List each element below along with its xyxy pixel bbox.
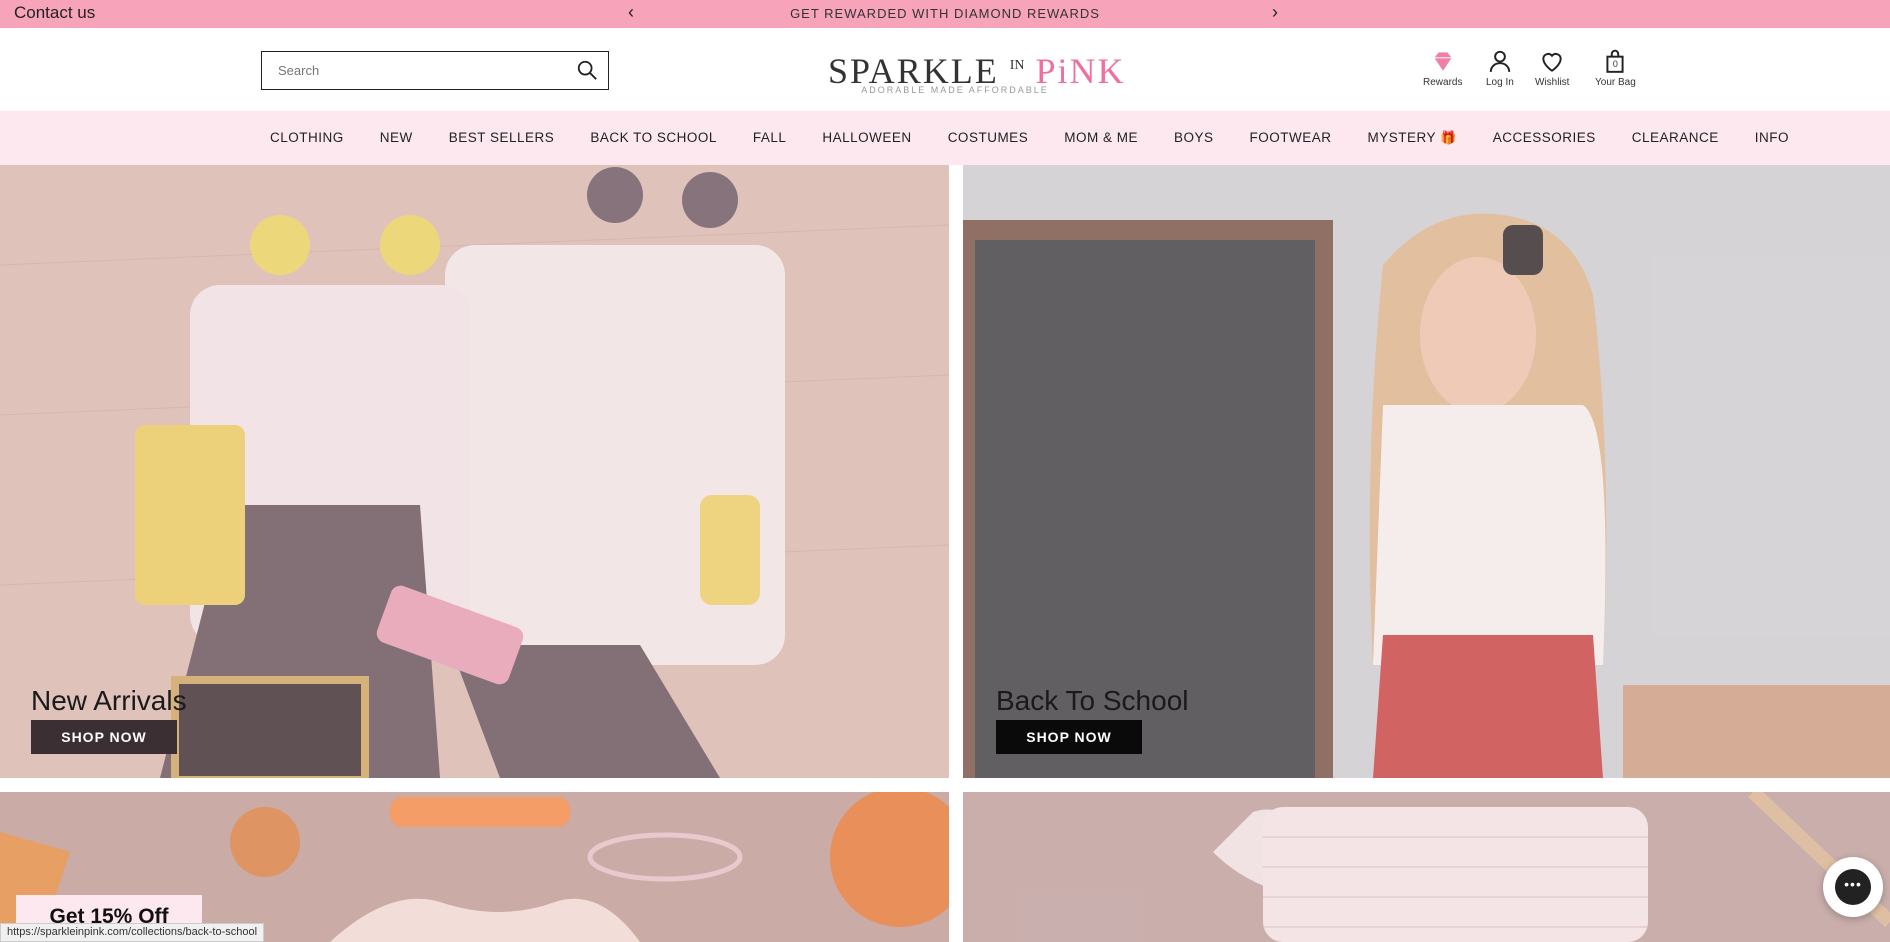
- nav-item-accessories[interactable]: ACCESSORIES: [1493, 130, 1596, 146]
- nav-item-fall[interactable]: FALL: [753, 130, 787, 146]
- main-nav: CLOTHING NEW BEST SELLERS BACK TO SCHOOL…: [0, 111, 1890, 165]
- back-to-school-shop-button[interactable]: SHOP NOW: [996, 720, 1142, 754]
- chat-widget-button[interactable]: •••: [1823, 857, 1883, 917]
- login-label: Log In: [1486, 77, 1514, 88]
- logo-wordmark: SPARKLE IN PiNK: [828, 51, 1126, 91]
- rewards-link[interactable]: Rewards: [1423, 48, 1462, 88]
- alphabet-outfit-banner[interactable]: [963, 792, 1890, 942]
- site-logo[interactable]: SPARKLE IN PiNK ADORABLE MADE AFFORDABLE: [828, 48, 1126, 95]
- wishlist-link[interactable]: Wishlist: [1535, 48, 1569, 88]
- nav-item-costumes[interactable]: COSTUMES: [948, 130, 1029, 146]
- nav-item-mystery[interactable]: MYSTERY 🎁: [1367, 130, 1456, 146]
- nav-item-footwear[interactable]: FOOTWEAR: [1249, 130, 1331, 146]
- rewards-label: Rewards: [1423, 77, 1463, 88]
- new-arrivals-banner[interactable]: New Arrivals SHOP NOW: [0, 165, 949, 778]
- nav-item-clothing[interactable]: CLOTHING: [270, 130, 344, 146]
- site-header: SPARKLE IN PiNK ADORABLE MADE AFFORDABLE…: [0, 28, 1890, 111]
- promo-message[interactable]: GET REWARDED WITH DIAMOND REWARDS: [0, 6, 1890, 21]
- new-arrivals-shop-button[interactable]: SHOP NOW: [31, 720, 177, 754]
- nav-item-boys[interactable]: BOYS: [1174, 130, 1214, 146]
- heart-icon: [1542, 53, 1562, 72]
- search-input[interactable]: [262, 52, 562, 88]
- browser-status-url: https://sparkleinpink.com/collections/ba…: [0, 923, 265, 942]
- nav-item-info[interactable]: INFO: [1755, 130, 1789, 146]
- user-icon: [1489, 50, 1511, 72]
- announcement-bar: Contact us ‹ GET REWARDED WITH DIAMOND R…: [0, 0, 1890, 28]
- logo-tagline: ADORABLE MADE AFFORDABLE: [861, 85, 1049, 95]
- nav-item-halloween[interactable]: HALLOWEEN: [822, 130, 911, 146]
- back-to-school-title: Back To School: [996, 685, 1189, 716]
- nav-item-mystery-label: MYSTERY: [1367, 130, 1436, 145]
- back-to-school-banner[interactable]: Back To School SHOP NOW: [963, 165, 1890, 778]
- chat-icon: •••: [1835, 869, 1871, 905]
- bag-link[interactable]: 0 Your Bag: [1595, 48, 1636, 88]
- search-box: [261, 51, 609, 90]
- chevron-right-icon[interactable]: ›: [1272, 2, 1278, 23]
- login-link[interactable]: Log In: [1486, 48, 1514, 88]
- nav-item-new[interactable]: NEW: [380, 130, 413, 146]
- gift-icon: 🎁: [1440, 130, 1457, 145]
- new-arrivals-title: New Arrivals: [31, 685, 187, 716]
- bag-count: 0: [1612, 59, 1618, 69]
- nav-item-mom-and-me[interactable]: MOM & ME: [1064, 130, 1138, 146]
- search-icon[interactable]: [576, 59, 598, 81]
- nav-item-back-to-school[interactable]: BACK TO SCHOOL: [590, 130, 717, 146]
- tile-overlay: [963, 792, 1890, 942]
- nav-item-clearance[interactable]: CLEARANCE: [1632, 130, 1719, 146]
- nav-item-best-sellers[interactable]: BEST SELLERS: [449, 130, 555, 146]
- bag-label: Your Bag: [1595, 77, 1636, 88]
- diamond-icon: [1434, 52, 1452, 71]
- wishlist-label: Wishlist: [1535, 77, 1570, 88]
